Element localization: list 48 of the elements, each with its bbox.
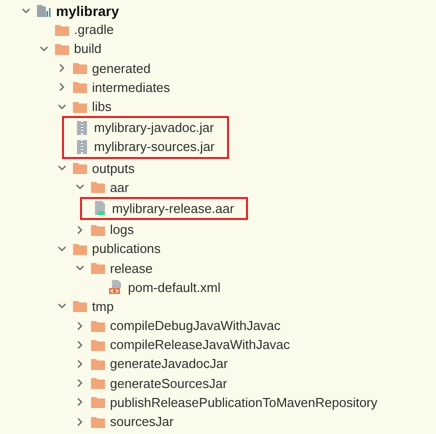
tree-item[interactable]: publications xyxy=(0,239,165,258)
tree-item[interactable]: .gradle xyxy=(0,20,118,40)
chevron-down-icon[interactable] xyxy=(21,6,31,16)
archive-file-icon xyxy=(74,138,90,155)
tree-item[interactable]: intermediates xyxy=(0,78,174,97)
chevron-down-icon[interactable] xyxy=(57,102,67,112)
chevron-right-icon[interactable] xyxy=(57,82,67,92)
folder-icon xyxy=(90,179,106,196)
chevron-right-icon[interactable] xyxy=(75,397,85,408)
tree-item[interactable]: outputs xyxy=(0,158,139,178)
folder-icon xyxy=(90,260,106,276)
tree-item[interactable]: aar xyxy=(0,178,133,197)
tree-item[interactable]: mylibrary xyxy=(0,1,124,20)
tree-item[interactable]: publishReleasePublicationToMavenRepository xyxy=(0,392,382,412)
folder-icon xyxy=(72,298,88,314)
tree-item[interactable]: mylibrary-sources.jar xyxy=(64,137,219,156)
tree-item[interactable]: tmp xyxy=(0,296,118,316)
chevron-right-icon[interactable] xyxy=(75,320,85,331)
chevron-down-icon[interactable] xyxy=(39,44,49,54)
chevron-right-icon[interactable] xyxy=(75,416,85,427)
tree-item[interactable]: mylibrary-javadoc.jar xyxy=(64,118,218,138)
tree-item[interactable]: sourcesJar xyxy=(0,412,178,432)
folder-icon xyxy=(90,375,106,392)
tree-item[interactable]: libs xyxy=(0,96,116,116)
chevron-right-icon[interactable] xyxy=(75,358,85,369)
folder-icon xyxy=(72,79,88,96)
chevron-down-icon[interactable] xyxy=(57,244,67,254)
chevron-right-icon[interactable] xyxy=(75,378,85,388)
tree-item[interactable]: compileDebugJavaWithJavac xyxy=(0,316,285,336)
tree-item[interactable]: release xyxy=(0,258,157,278)
tree-item[interactable]: logs xyxy=(0,220,138,240)
android-file-icon xyxy=(92,200,108,216)
archive-file-icon xyxy=(74,120,90,136)
xml-file-icon xyxy=(108,279,124,296)
module-folder-icon xyxy=(36,2,52,19)
chevron-right-icon[interactable] xyxy=(75,224,85,235)
tree-item[interactable]: compileReleaseJavaWithJavac xyxy=(0,335,294,354)
tree-item[interactable]: mylibrary-release.aar xyxy=(82,198,238,218)
folder-icon xyxy=(72,60,88,76)
tree-item[interactable]: pom-default.xml xyxy=(0,278,224,297)
tree-item[interactable]: build xyxy=(0,39,106,59)
chevron-right-icon[interactable] xyxy=(75,340,85,350)
folder-icon xyxy=(90,394,106,410)
tree-item[interactable]: generateJavadocJar xyxy=(0,354,232,374)
folder-icon xyxy=(72,160,88,176)
chevron-right-icon[interactable] xyxy=(57,63,67,74)
tree-item[interactable]: generateSourcesJar xyxy=(0,374,232,393)
tree-item[interactable]: generated xyxy=(0,58,155,78)
